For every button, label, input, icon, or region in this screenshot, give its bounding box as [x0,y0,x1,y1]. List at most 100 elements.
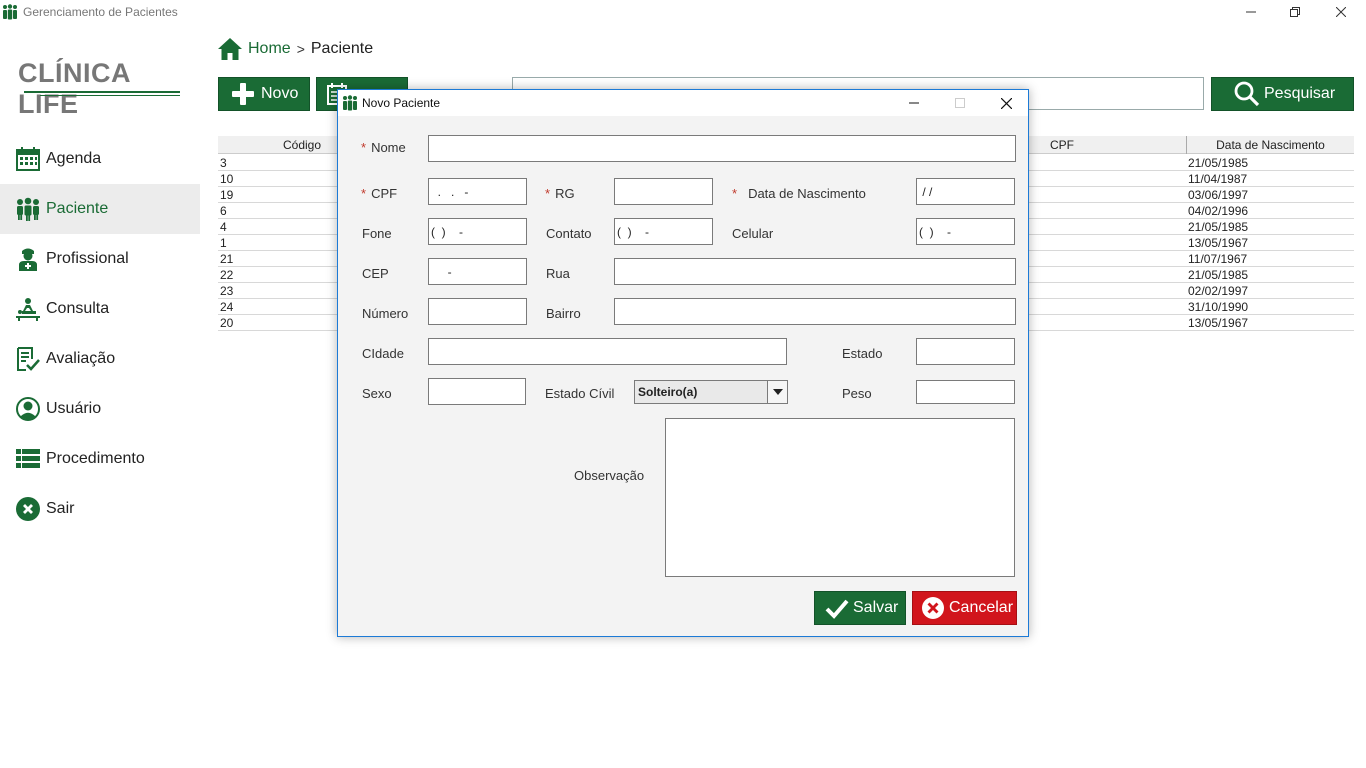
cancel-icon [922,597,944,619]
cell-birth: 21/05/1985 [1188,220,1249,234]
required-mark: * [361,140,367,155]
new-button-label: Novo [261,85,299,102]
sidebar-item-label: Agenda [46,150,102,167]
estado-civil-select[interactable]: Solteiro(a) [634,380,788,404]
logo-underline [24,91,180,93]
column-header-birth[interactable]: Data de Nascimento [1186,136,1354,154]
calendar-icon [16,147,40,171]
cell-code: 19 [220,188,234,202]
sexo-label: Sexo [362,386,392,401]
patients-icon [17,197,39,221]
cancel-button-label: Cancelar [949,599,1014,616]
birthdate-label: * Data de Nascimento [732,186,866,201]
sidebar-item-label: Paciente [46,200,109,217]
rua-field[interactable] [614,258,1016,285]
fone-label: Fone [362,226,392,241]
consultation-icon [16,298,40,321]
chevron-down-icon[interactable] [767,381,787,403]
close-button[interactable] [1318,0,1364,24]
breadcrumb: Home > Paciente [218,37,373,61]
logo-text: CLÍNICA LIFE [18,58,130,119]
rg-label-text: RG [555,186,575,201]
cell-code: 23 [220,284,234,298]
breadcrumb-home-link[interactable]: Home [248,40,291,58]
save-button[interactable]: Salvar [814,591,906,625]
cell-birth: 03/06/1997 [1188,188,1249,202]
sidebar-item-paciente[interactable]: Paciente [0,184,200,234]
cell-birth: 11/04/1987 [1188,172,1248,186]
search-button[interactable]: Pesquisar [1211,77,1354,111]
contato-field[interactable]: ( ) - [614,218,713,245]
cell-birth: 13/05/1967 [1188,236,1249,250]
cell-birth: 31/10/1990 [1188,300,1249,314]
numero-field[interactable] [428,298,527,325]
restore-button[interactable] [1272,0,1318,24]
cell-code: 10 [220,172,234,186]
sidebar-item-procedimento[interactable]: Procedimento [0,434,200,484]
cep-field[interactable]: - [428,258,527,285]
checklist-icon [17,347,40,371]
cidade-field[interactable] [428,338,787,365]
nome-label: * Nome [361,140,406,155]
cpf-field[interactable]: . . - [428,178,527,205]
required-mark: * [545,186,551,201]
rg-label: * RG [545,186,575,201]
cell-code: 20 [220,316,234,330]
bairro-field[interactable] [614,298,1016,325]
sidebar-item-sair[interactable]: Sair [0,484,200,534]
cell-code: 21 [220,252,234,266]
peso-field[interactable] [916,380,1015,404]
birthdate-label-text: Data de Nascimento [748,186,866,201]
dialog-maximize-button [937,90,983,116]
observacao-textarea[interactable] [665,418,1015,577]
search-icon [1234,81,1260,107]
fone-field[interactable]: ( ) - [428,218,527,245]
cell-code: 6 [220,204,227,218]
plus-icon [232,83,254,105]
minimize-button[interactable] [1228,0,1274,24]
nome-field[interactable] [428,135,1016,162]
dialog-title: Novo Paciente [362,96,441,110]
birthdate-field[interactable]: / / [916,178,1015,205]
home-icon [218,38,242,60]
cell-birth: 13/05/1967 [1188,316,1249,330]
restore-icon [1290,7,1300,17]
cell-code: 22 [220,268,234,282]
estado-field[interactable] [916,338,1015,365]
sidebar-item-label: Avaliação [46,350,116,367]
sidebar-item-profissional[interactable]: Profissional [0,234,200,284]
cpf-label-text: CPF [371,186,398,201]
cell-birth: 21/05/1985 [1188,156,1249,170]
minimize-icon [1246,11,1256,13]
close-icon [1336,7,1346,17]
patients-icon [3,4,17,20]
cell-code: 1 [220,236,227,250]
cell-code: 4 [220,220,227,234]
save-button-label: Salvar [853,599,899,616]
new-patient-dialog: Novo Paciente * Nome * CPF . . - * RG * Data… [337,89,1029,637]
rg-field[interactable] [614,178,713,205]
window-titlebar: Gerenciamento de Pacientes [0,0,1366,24]
new-patient-button[interactable]: Novo [218,77,310,111]
dialog-close-button[interactable] [983,90,1029,116]
search-button-label: Pesquisar [1264,85,1336,102]
window-title: Gerenciamento de Pacientes [23,5,178,19]
sexo-field[interactable] [428,378,526,405]
dialog-minimize-button[interactable] [891,90,937,116]
cell-code: 3 [220,156,227,170]
nome-label-text: Nome [371,140,406,155]
sidebar-item-usuario[interactable]: Usuário [0,384,200,434]
cancel-button[interactable]: Cancelar [912,591,1017,625]
user-icon [16,397,40,421]
required-mark: * [361,186,367,201]
celular-field[interactable]: ( ) - [916,218,1015,245]
contato-label: Contato [546,226,592,241]
sidebar-item-avaliacao[interactable]: Avaliação [0,334,200,384]
sidebar-item-agenda[interactable]: Agenda [0,134,200,184]
sidebar-item-label: Sair [46,500,75,517]
logo-underline-2 [40,95,180,96]
list-icon [16,449,40,468]
sidebar-item-consulta[interactable]: Consulta [0,284,200,334]
peso-label: Peso [842,386,872,401]
patients-icon [343,95,357,111]
